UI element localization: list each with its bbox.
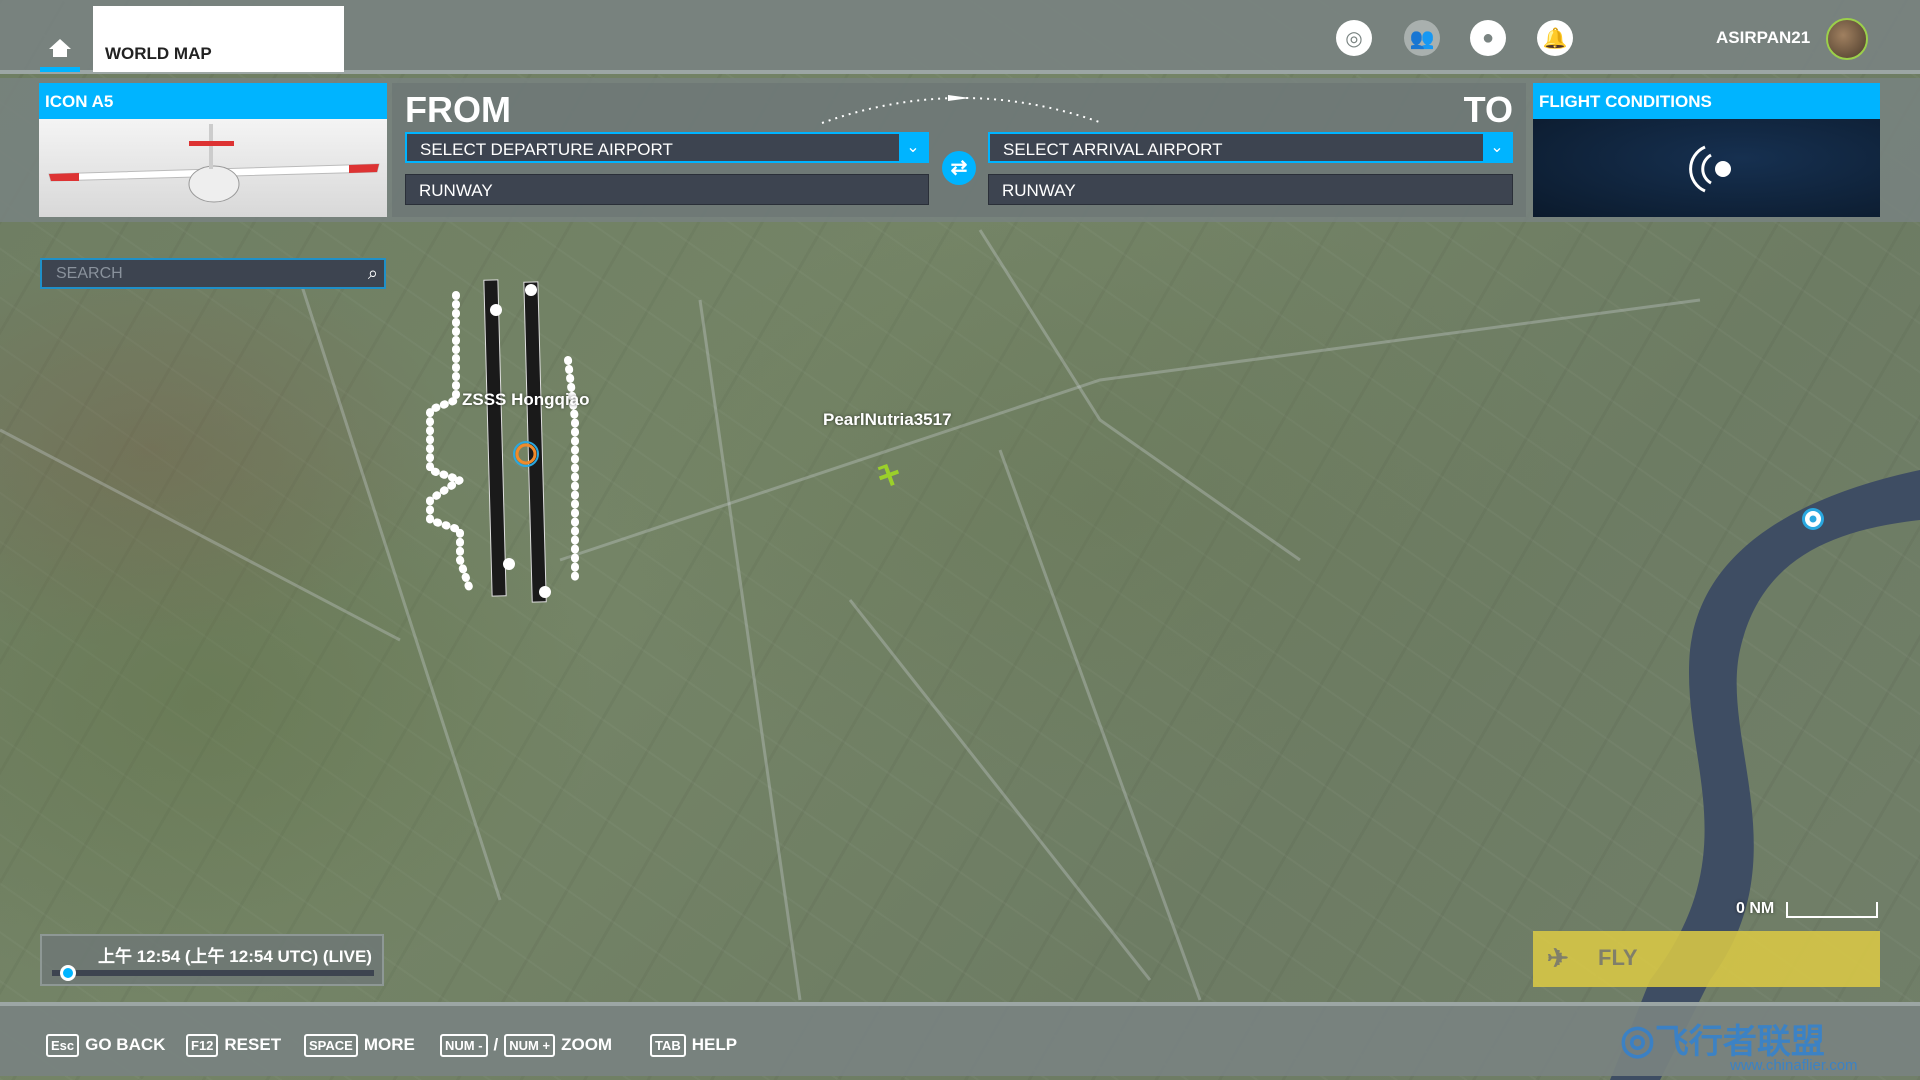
notification-bell-icon[interactable]: 🔔 bbox=[1537, 20, 1573, 56]
location-pin-icon bbox=[1802, 508, 1824, 530]
arrival-airport-select[interactable]: SELECT ARRIVAL AIRPORT ⌄ bbox=[988, 132, 1513, 163]
aircraft-marker-icon bbox=[877, 463, 900, 487]
activity-icon[interactable]: ◎ bbox=[1336, 20, 1372, 56]
more-button[interactable]: SPACE MORE bbox=[304, 1034, 415, 1057]
fly-label: FLY bbox=[1598, 945, 1638, 970]
plane-takeoff-icon: ✈ bbox=[1547, 943, 1569, 973]
river bbox=[1610, 470, 1920, 1080]
hint-label: HELP bbox=[691, 1034, 738, 1054]
separator: / bbox=[493, 1034, 499, 1054]
chevron-down-icon[interactable]: ⌄ bbox=[899, 134, 927, 161]
departure-placeholder: SELECT DEPARTURE AIRPORT bbox=[420, 140, 673, 159]
hint-label: ZOOM bbox=[561, 1034, 613, 1054]
username[interactable]: ASIRPAN21 bbox=[1716, 28, 1810, 48]
aircraft-image bbox=[39, 119, 387, 217]
aircraft-label[interactable]: PearlNutria3517 bbox=[823, 410, 952, 430]
watermark-logo: ◎飞行者联盟 www.chinaflier.com bbox=[1620, 1014, 1910, 1074]
arrival-runway-select[interactable]: RUNWAY bbox=[988, 174, 1513, 205]
home-icon bbox=[49, 39, 71, 57]
flight-conditions-title: FLIGHT CONDITIONS bbox=[1533, 83, 1880, 119]
time-text: 上午 12:54 (上午 12:54 UTC) (LIVE) bbox=[98, 947, 372, 966]
zoom-button[interactable]: NUM - / NUM + ZOOM bbox=[440, 1034, 612, 1057]
home-button[interactable] bbox=[40, 38, 80, 72]
watermark-text: 飞行者联盟 bbox=[1654, 1023, 1825, 1061]
key-hint: NUM + bbox=[504, 1034, 556, 1057]
chevron-down-icon[interactable]: ⌄ bbox=[1483, 134, 1511, 161]
key-hint: F12 bbox=[186, 1034, 219, 1057]
home-tab-indicator bbox=[40, 67, 80, 72]
search-input[interactable]: SEARCH ⌕ bbox=[40, 258, 386, 289]
key-hint: NUM - bbox=[440, 1034, 488, 1057]
aircraft-title: ICON A5 bbox=[39, 83, 387, 119]
tab-world-map[interactable]: WORLD MAP bbox=[93, 6, 344, 72]
reset-button[interactable]: F12 RESET bbox=[186, 1034, 281, 1057]
flight-conditions-panel[interactable]: FLIGHT CONDITIONS bbox=[1533, 83, 1880, 217]
weather-preview bbox=[1533, 119, 1880, 217]
airport-label[interactable]: ZSSS Hongqiao bbox=[462, 390, 590, 410]
hint-label: MORE bbox=[363, 1034, 415, 1054]
aircraft-panel[interactable]: ICON A5 bbox=[39, 83, 387, 217]
avatar[interactable] bbox=[1826, 18, 1868, 60]
key-hint: TAB bbox=[650, 1034, 686, 1057]
bottom-bar: Esc GO BACK F12 RESET SPACE MORE NUM - / NUM … bbox=[0, 1002, 1920, 1076]
fly-button[interactable]: ✈ FLY bbox=[1533, 931, 1880, 987]
departure-runway-select[interactable]: RUNWAY bbox=[405, 174, 929, 205]
profile-icon[interactable]: ● bbox=[1470, 20, 1506, 56]
search-placeholder: SEARCH bbox=[56, 265, 123, 282]
hint-label: GO BACK bbox=[85, 1034, 166, 1054]
key-hint: Esc bbox=[46, 1034, 80, 1057]
from-label: FROM bbox=[405, 89, 511, 130]
time-slider-handle[interactable] bbox=[60, 965, 77, 981]
departure-airport-select[interactable]: SELECT DEPARTURE AIRPORT ⌄ bbox=[405, 132, 929, 163]
scale-label: 0 NM bbox=[1736, 900, 1775, 917]
to-label: TO bbox=[1463, 89, 1513, 130]
hint-label: RESET bbox=[224, 1034, 282, 1054]
time-panel: 上午 12:54 (上午 12:54 UTC) (LIVE) bbox=[40, 934, 384, 986]
live-weather-icon bbox=[1689, 145, 1731, 193]
key-hint: SPACE bbox=[304, 1034, 358, 1057]
friends-icon[interactable]: 👥 bbox=[1404, 20, 1440, 56]
help-button[interactable]: TAB HELP bbox=[650, 1034, 737, 1057]
scale-bar bbox=[1786, 902, 1878, 918]
runway bbox=[483, 279, 507, 597]
swap-airports-button[interactable]: ⇄ bbox=[942, 151, 976, 185]
watermark-globe-icon: ◎ bbox=[1620, 1018, 1655, 1062]
search-icon[interactable]: ⌕ bbox=[368, 263, 378, 284]
watermark-url: www.chinaflier.com bbox=[1730, 1057, 1858, 1074]
top-bar: WORLD MAP ◎ 👥 ● 🔔 ASIRPAN21 bbox=[0, 0, 1920, 74]
time-slider[interactable] bbox=[52, 965, 374, 981]
arrival-placeholder: SELECT ARRIVAL AIRPORT bbox=[1003, 140, 1223, 159]
go-back-button[interactable]: Esc GO BACK bbox=[46, 1034, 165, 1057]
